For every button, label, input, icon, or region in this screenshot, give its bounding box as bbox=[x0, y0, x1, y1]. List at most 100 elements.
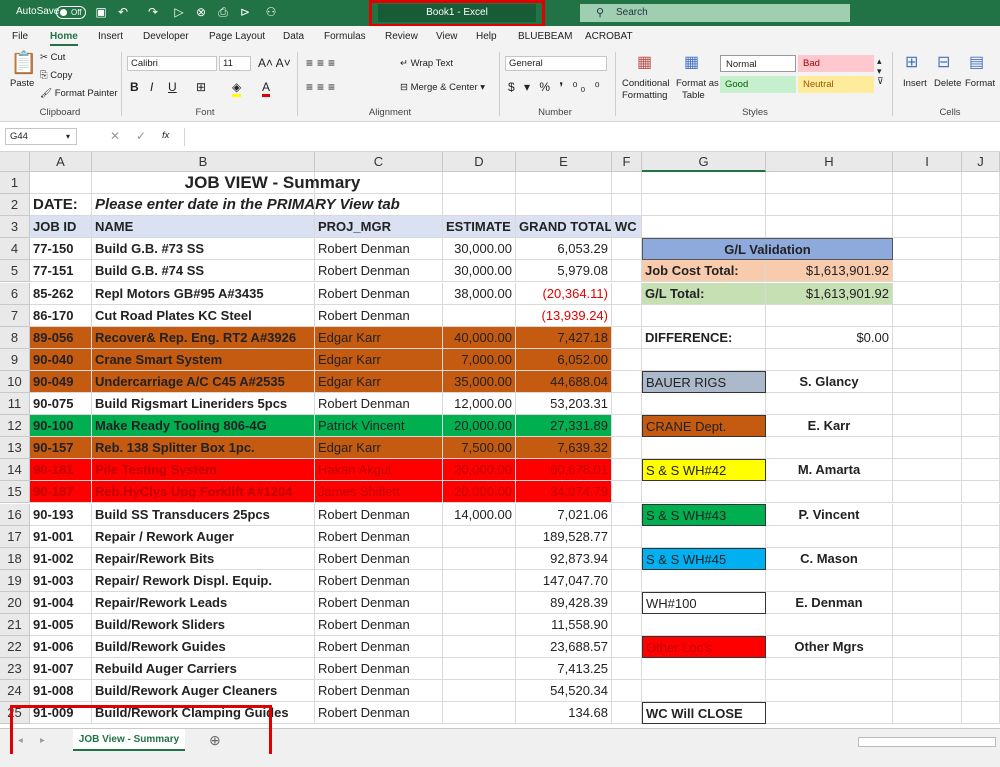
job-id-cell[interactable]: 91-002 bbox=[30, 547, 92, 570]
column-header-i[interactable]: I bbox=[893, 152, 962, 172]
legend-swatch[interactable]: CRANE Dept. bbox=[642, 415, 766, 438]
legend-manager[interactable]: E. Denman bbox=[766, 591, 893, 614]
job-id-cell[interactable]: 77-151 bbox=[30, 260, 92, 283]
project-manager-cell[interactable]: Robert Denman bbox=[315, 680, 443, 703]
date-label[interactable]: DATE: bbox=[30, 194, 92, 217]
menu-insert[interactable]: Insert bbox=[98, 31, 123, 42]
menu-review[interactable]: Review bbox=[385, 31, 418, 42]
share-icon[interactable]: ⚇ bbox=[264, 5, 278, 19]
empty-cell[interactable] bbox=[642, 680, 766, 703]
style-neutral[interactable]: Neutral bbox=[798, 76, 874, 93]
estimate-cell[interactable]: 7,000.00 bbox=[443, 348, 516, 371]
project-manager-cell[interactable]: Edgar Karr bbox=[315, 326, 443, 349]
job-id-cell[interactable]: 91-007 bbox=[30, 658, 92, 681]
project-manager-cell[interactable]: Edgar Karr bbox=[315, 348, 443, 371]
empty-cell[interactable] bbox=[962, 481, 1000, 504]
grand-total-cell[interactable]: 7,427.18 bbox=[516, 326, 612, 349]
job-id-cell[interactable]: 91-005 bbox=[30, 614, 92, 637]
empty-cell[interactable] bbox=[766, 304, 893, 327]
project-manager-cell[interactable]: Robert Denman bbox=[315, 547, 443, 570]
empty-cell[interactable] bbox=[612, 636, 642, 659]
paste-button[interactable]: Paste bbox=[10, 78, 34, 89]
empty-cell[interactable] bbox=[962, 260, 1000, 283]
project-manager-cell[interactable]: Robert Denman bbox=[315, 525, 443, 548]
job-name-cell[interactable]: Build G.B. #74 SS bbox=[92, 260, 315, 283]
menu-developer[interactable]: Developer bbox=[143, 31, 189, 42]
job-name-cell[interactable]: Repl Motors GB#95 A#3435 bbox=[92, 282, 315, 305]
row-header[interactable]: 22 bbox=[0, 636, 30, 659]
job-cost-value[interactable]: $1,613,901.92 bbox=[766, 260, 893, 283]
empty-cell[interactable] bbox=[642, 569, 766, 592]
project-manager-cell[interactable]: Robert Denman bbox=[315, 304, 443, 327]
row-header[interactable]: 8 bbox=[0, 326, 30, 349]
grand-total-cell[interactable]: 34,074.79 bbox=[516, 481, 612, 504]
row-header[interactable]: 6 bbox=[0, 282, 30, 305]
redo-icon[interactable]: ↷ bbox=[146, 5, 160, 19]
row-header[interactable]: 11 bbox=[0, 393, 30, 416]
menu-file[interactable]: File bbox=[12, 31, 28, 42]
empty-cell[interactable] bbox=[962, 216, 1000, 239]
empty-cell[interactable] bbox=[962, 415, 1000, 438]
styles-scroll-icon[interactable]: ▴ ▾ ⊽ bbox=[877, 56, 884, 86]
project-manager-cell[interactable]: Robert Denman bbox=[315, 636, 443, 659]
paste-icon[interactable]: 📋 bbox=[10, 50, 37, 76]
empty-cell[interactable] bbox=[642, 216, 766, 239]
job-id-cell[interactable]: 90-187 bbox=[30, 481, 92, 504]
legend-manager[interactable]: M. Amarta bbox=[766, 459, 893, 482]
empty-cell[interactable] bbox=[893, 370, 962, 393]
row-header[interactable]: 14 bbox=[0, 459, 30, 482]
merge-center-button[interactable]: ⊟ Merge & Center ▾ bbox=[400, 82, 485, 93]
borders-icon[interactable]: ⊞ bbox=[196, 80, 206, 94]
grand-total-cell[interactable]: 147,047.70 bbox=[516, 569, 612, 592]
empty-cell[interactable] bbox=[612, 238, 642, 261]
legend-manager[interactable]: S. Glancy bbox=[766, 370, 893, 393]
job-name-cell[interactable]: Repair/Rework Leads bbox=[92, 591, 315, 614]
project-manager-cell[interactable]: Robert Denman bbox=[315, 238, 443, 261]
empty-cell[interactable] bbox=[962, 459, 1000, 482]
job-name-cell[interactable]: Build/Rework Auger Cleaners bbox=[92, 680, 315, 703]
menu-bluebeam[interactable]: BLUEBEAM bbox=[518, 31, 572, 42]
estimate-cell[interactable]: 30,000.00 bbox=[443, 238, 516, 261]
project-manager-cell[interactable]: Robert Denman bbox=[315, 503, 443, 526]
font-color-icon[interactable]: A bbox=[262, 80, 271, 97]
row-header[interactable]: 13 bbox=[0, 437, 30, 460]
empty-cell[interactable] bbox=[766, 680, 893, 703]
empty-cell[interactable] bbox=[962, 503, 1000, 526]
row-header[interactable]: 15 bbox=[0, 481, 30, 504]
format-painter-button[interactable]: 🖌 Format Painter bbox=[40, 88, 118, 99]
job-name-cell[interactable]: Crane Smart System bbox=[92, 348, 315, 371]
empty-cell[interactable] bbox=[893, 437, 962, 460]
row-header[interactable]: 17 bbox=[0, 525, 30, 548]
job-name-cell[interactable]: Build/Rework Guides bbox=[92, 636, 315, 659]
project-manager-cell[interactable]: Robert Denman bbox=[315, 393, 443, 416]
empty-cell[interactable] bbox=[612, 680, 642, 703]
cut-button[interactable]: ✂ Cut bbox=[40, 52, 65, 63]
empty-cell[interactable] bbox=[612, 304, 642, 327]
column-header-h[interactable]: H bbox=[766, 152, 893, 172]
empty-cell[interactable] bbox=[893, 172, 962, 195]
gl-total-label[interactable]: G/L Total: bbox=[642, 282, 766, 305]
align-top-icons[interactable]: ≡≡≡ bbox=[306, 56, 339, 70]
row-header[interactable]: 23 bbox=[0, 658, 30, 681]
empty-cell[interactable] bbox=[962, 569, 1000, 592]
column-title[interactable]: WC bbox=[612, 216, 642, 239]
job-id-cell[interactable]: 90-075 bbox=[30, 393, 92, 416]
empty-cell[interactable] bbox=[516, 172, 612, 195]
job-id-cell[interactable]: 86-170 bbox=[30, 304, 92, 327]
project-manager-cell[interactable]: Robert Denman bbox=[315, 569, 443, 592]
column-header-d[interactable]: D bbox=[443, 152, 516, 172]
format-cells-button[interactable]: Format bbox=[965, 78, 995, 89]
empty-cell[interactable] bbox=[516, 194, 612, 217]
empty-cell[interactable] bbox=[642, 304, 766, 327]
empty-cell[interactable] bbox=[962, 282, 1000, 305]
project-manager-cell[interactable]: Robert Denman bbox=[315, 614, 443, 637]
job-id-cell[interactable]: 90-100 bbox=[30, 415, 92, 438]
estimate-cell[interactable]: 20,000.00 bbox=[443, 481, 516, 504]
column-header-b[interactable]: B bbox=[92, 152, 315, 172]
column-title[interactable]: ESTIMATE bbox=[443, 216, 516, 239]
empty-cell[interactable] bbox=[612, 260, 642, 283]
grand-total-cell[interactable]: (13,939.24) bbox=[516, 304, 612, 327]
row-header[interactable]: 12 bbox=[0, 415, 30, 438]
project-manager-cell[interactable]: Patrick Vincent bbox=[315, 415, 443, 438]
job-name-cell[interactable]: Cut Road Plates KC Steel bbox=[92, 304, 315, 327]
